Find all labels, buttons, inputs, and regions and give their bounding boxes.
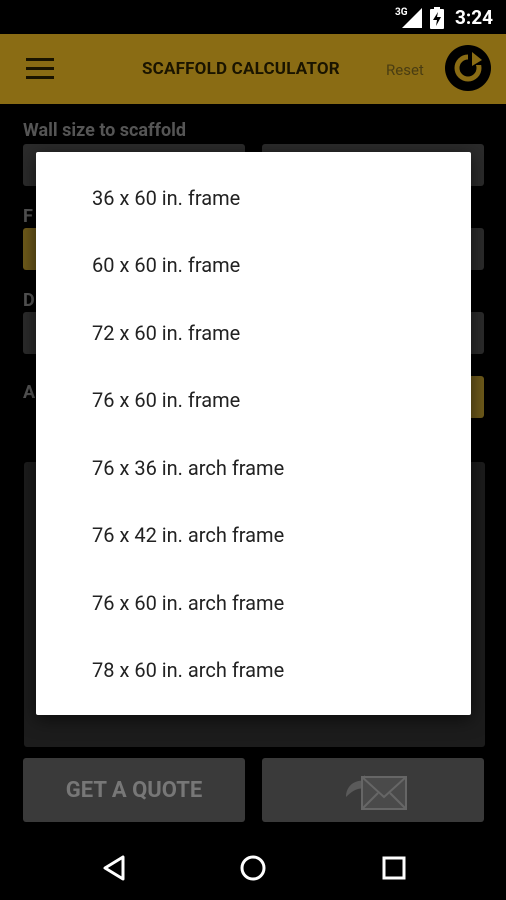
email-button[interactable] — [262, 758, 484, 822]
option-72x60-frame[interactable]: 72 x 60 in. frame — [36, 299, 471, 366]
status-bar: 3G 3:24 — [0, 0, 506, 34]
extra-label: A — [23, 382, 36, 403]
option-76x60-arch-frame[interactable]: 76 x 60 in. arch frame — [36, 569, 471, 636]
home-icon[interactable] — [236, 851, 270, 885]
option-36x60-frame[interactable]: 36 x 60 in. frame — [36, 164, 471, 231]
option-76x60-frame[interactable]: 76 x 60 in. frame — [36, 366, 471, 433]
navigation-bar — [0, 834, 506, 900]
option-78x60-arch-frame[interactable]: 78 x 60 in. arch frame — [36, 636, 471, 703]
app-bar: SCAFFOLD CALCULATOR Reset — [0, 34, 506, 104]
option-76x36-arch-frame[interactable]: 76 x 36 in. arch frame — [36, 434, 471, 501]
recents-icon[interactable] — [377, 851, 411, 885]
depth-label: D — [23, 290, 35, 311]
frame-label: F — [23, 206, 33, 227]
app-title: SCAFFOLD CALCULATOR — [142, 59, 340, 79]
get-quote-button[interactable]: GET A QUOTE — [23, 758, 245, 822]
refresh-button[interactable] — [445, 45, 491, 91]
option-76x42-arch-frame[interactable]: 76 x 42 in. arch frame — [36, 501, 471, 568]
reset-button[interactable]: Reset — [386, 61, 424, 79]
option-60x60-frame[interactable]: 60 x 60 in. frame — [36, 231, 471, 298]
frame-select-dialog: 36 x 60 in. frame 60 x 60 in. frame 72 x… — [36, 152, 471, 715]
signal-icon — [402, 8, 422, 28]
refresh-icon — [454, 52, 482, 82]
battery-charging-icon — [430, 7, 444, 29]
menu-icon[interactable] — [26, 58, 54, 80]
back-icon[interactable] — [97, 851, 131, 885]
email-icon — [346, 775, 407, 810]
wall-size-label: Wall size to scaffold — [23, 120, 187, 141]
clock: 3:24 — [455, 6, 494, 29]
